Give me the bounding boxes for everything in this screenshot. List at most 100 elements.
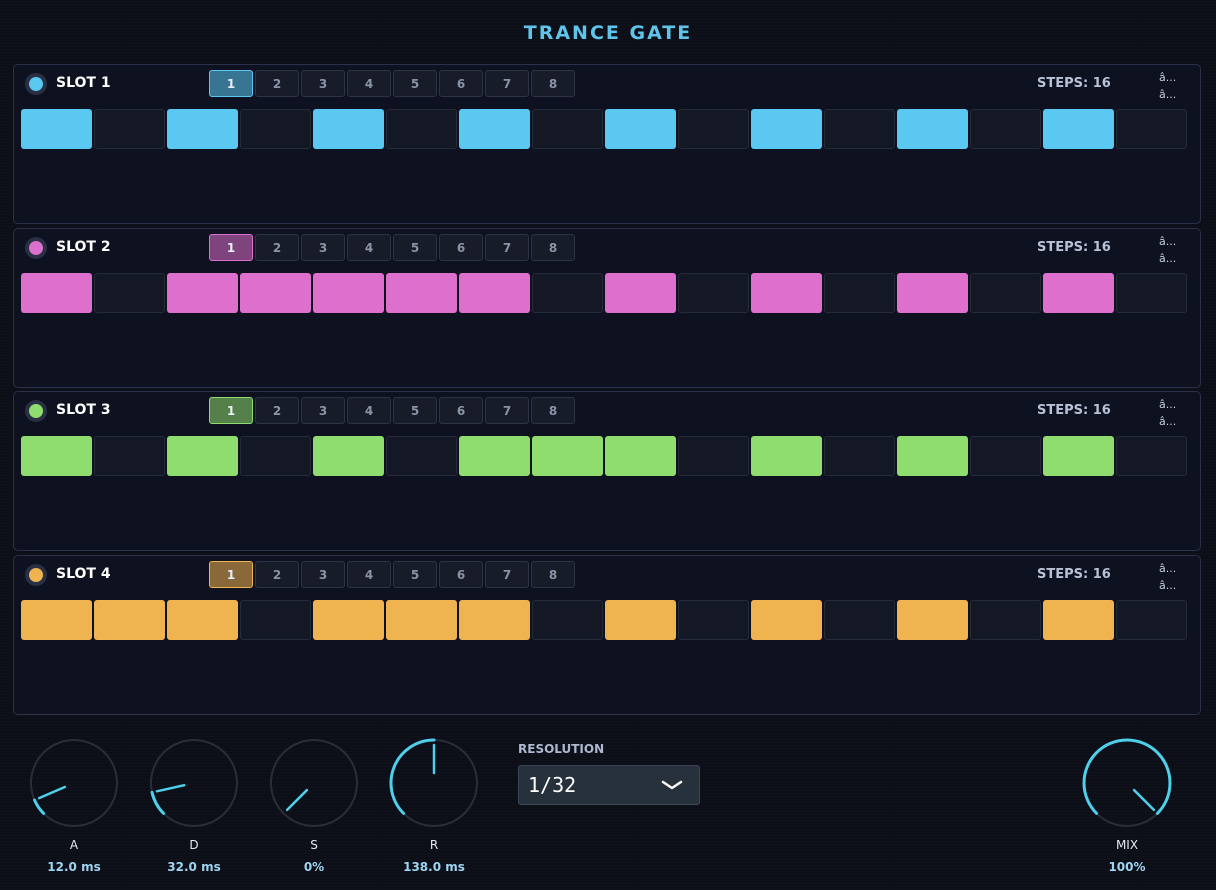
slot-4-step-8[interactable] [532,600,603,640]
slot-3-pattern-tab-8[interactable]: 8 [531,397,575,424]
slot-4-step-4[interactable] [240,600,311,640]
knob-decay-dial[interactable] [147,736,241,830]
slot-3-step-2[interactable] [94,436,165,476]
slot-1-step-11[interactable] [751,109,822,149]
slot-2-pattern-tab-1[interactable]: 1 [209,234,253,261]
slot-4-step-3[interactable] [167,600,238,640]
slot-2-step-7[interactable] [459,273,530,313]
slot-4-step-1[interactable] [21,600,92,640]
slot-3-pattern-tab-7[interactable]: 7 [485,397,529,424]
slot-2-steps-label[interactable]: STEPS: 16 [1037,240,1111,255]
slot-3-arrow-up[interactable]: â... [1159,396,1176,413]
slot-2-enable-toggle[interactable] [25,237,47,259]
slot-3-step-arrows[interactable]: â... â... [1159,396,1176,430]
slot-2-step-12[interactable] [824,273,895,313]
slot-4-step-arrows[interactable]: â... â... [1159,560,1176,594]
slot-1-pattern-tab-8[interactable]: 8 [531,70,575,97]
slot-3-step-1[interactable] [21,436,92,476]
slot-1-step-5[interactable] [313,109,384,149]
slot-3-step-16[interactable] [1116,436,1187,476]
slot-1-pattern-tab-5[interactable]: 5 [393,70,437,97]
slot-3-pattern-tab-4[interactable]: 4 [347,397,391,424]
slot-4-step-13[interactable] [897,600,968,640]
slot-3-pattern-tab-5[interactable]: 5 [393,397,437,424]
slot-2-pattern-tab-3[interactable]: 3 [301,234,345,261]
slot-4-step-12[interactable] [824,600,895,640]
knob-mix[interactable]: MIX 100% [1077,736,1177,874]
slot-1-step-7[interactable] [459,109,530,149]
slot-2-step-13[interactable] [897,273,968,313]
slot-4-step-2[interactable] [94,600,165,640]
slot-1-step-16[interactable] [1116,109,1187,149]
slot-1-arrow-down[interactable]: â... [1159,86,1176,103]
slot-1-enable-toggle[interactable] [25,73,47,95]
knob-sustain[interactable]: S 0% [264,736,364,874]
slot-4-step-15[interactable] [1043,600,1114,640]
slot-1-pattern-tab-2[interactable]: 2 [255,70,299,97]
slot-3-pattern-tab-3[interactable]: 3 [301,397,345,424]
slot-3-step-7[interactable] [459,436,530,476]
slot-2-pattern-tab-2[interactable]: 2 [255,234,299,261]
slot-2-arrow-up[interactable]: â... [1159,233,1176,250]
slot-1-step-8[interactable] [532,109,603,149]
slot-4-pattern-tab-6[interactable]: 6 [439,561,483,588]
slot-4-step-14[interactable] [970,600,1041,640]
slot-3-step-15[interactable] [1043,436,1114,476]
slot-4-step-11[interactable] [751,600,822,640]
slot-4-step-5[interactable] [313,600,384,640]
knob-mix-dial[interactable] [1080,736,1174,830]
knob-decay[interactable]: D 32.0 ms [144,736,244,874]
slot-2-step-arrows[interactable]: â... â... [1159,233,1176,267]
slot-2-step-9[interactable] [605,273,676,313]
slot-3-steps-label[interactable]: STEPS: 16 [1037,403,1111,418]
slot-3-pattern-tab-1[interactable]: 1 [209,397,253,424]
knob-release-dial[interactable] [387,736,481,830]
slot-4-steps-label[interactable]: STEPS: 16 [1037,567,1111,582]
slot-1-pattern-tab-7[interactable]: 7 [485,70,529,97]
slot-4-arrow-up[interactable]: â... [1159,560,1176,577]
slot-3-step-9[interactable] [605,436,676,476]
slot-2-pattern-tab-6[interactable]: 6 [439,234,483,261]
slot-3-step-8[interactable] [532,436,603,476]
slot-4-pattern-tab-3[interactable]: 3 [301,561,345,588]
slot-1-arrow-up[interactable]: â... [1159,69,1176,86]
slot-2-step-1[interactable] [21,273,92,313]
slot-4-arrow-down[interactable]: â... [1159,577,1176,594]
slot-3-pattern-tab-2[interactable]: 2 [255,397,299,424]
slot-4-pattern-tab-5[interactable]: 5 [393,561,437,588]
slot-4-pattern-tab-2[interactable]: 2 [255,561,299,588]
slot-4-pattern-tab-4[interactable]: 4 [347,561,391,588]
slot-2-step-6[interactable] [386,273,457,313]
slot-1-step-12[interactable] [824,109,895,149]
slot-2-pattern-tab-7[interactable]: 7 [485,234,529,261]
slot-1-pattern-tab-4[interactable]: 4 [347,70,391,97]
slot-3-step-14[interactable] [970,436,1041,476]
slot-3-step-13[interactable] [897,436,968,476]
slot-2-step-16[interactable] [1116,273,1187,313]
slot-2-step-8[interactable] [532,273,603,313]
slot-4-pattern-tab-1[interactable]: 1 [209,561,253,588]
knob-sustain-dial[interactable] [267,736,361,830]
slot-3-arrow-down[interactable]: â... [1159,413,1176,430]
slot-2-step-15[interactable] [1043,273,1114,313]
slot-2-step-2[interactable] [94,273,165,313]
slot-3-step-5[interactable] [313,436,384,476]
slot-1-step-14[interactable] [970,109,1041,149]
slot-4-step-7[interactable] [459,600,530,640]
slot-2-pattern-tab-8[interactable]: 8 [531,234,575,261]
slot-3-step-3[interactable] [167,436,238,476]
slot-3-step-12[interactable] [824,436,895,476]
slot-1-steps-label[interactable]: STEPS: 16 [1037,76,1111,91]
slot-2-arrow-down[interactable]: â... [1159,250,1176,267]
slot-1-step-9[interactable] [605,109,676,149]
slot-3-enable-toggle[interactable] [25,400,47,422]
slot-1-step-13[interactable] [897,109,968,149]
slot-1-step-2[interactable] [94,109,165,149]
slot-1-step-3[interactable] [167,109,238,149]
slot-3-step-11[interactable] [751,436,822,476]
slot-1-step-15[interactable] [1043,109,1114,149]
slot-3-step-10[interactable] [678,436,749,476]
slot-2-pattern-tab-4[interactable]: 4 [347,234,391,261]
slot-2-step-5[interactable] [313,273,384,313]
slot-4-step-9[interactable] [605,600,676,640]
